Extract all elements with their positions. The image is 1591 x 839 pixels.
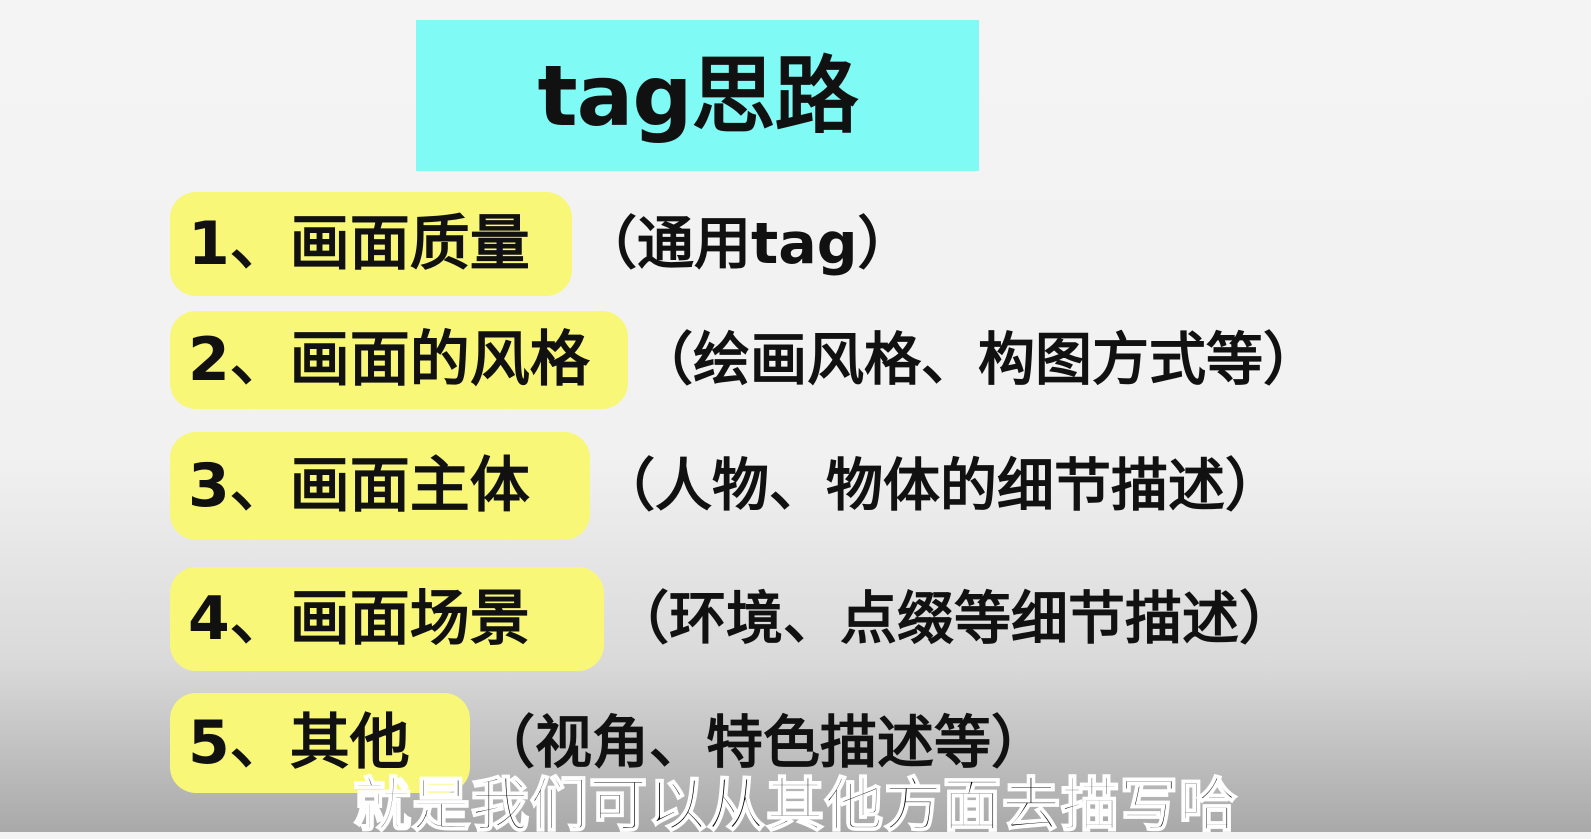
item-description: （视角、特色描述等）	[478, 709, 1048, 776]
title-box: tag思路	[416, 20, 979, 171]
item-description: （通用tag）	[580, 210, 915, 277]
item-label: 3、画面主体	[188, 451, 530, 521]
item-highlight: 4、画面场景	[170, 567, 604, 671]
item-description: （环境、点缀等细节描述）	[612, 585, 1296, 652]
list-item: 1、画面质量 （通用tag）	[170, 192, 915, 296]
list-item: 4、画面场景 （环境、点缀等细节描述）	[170, 567, 1296, 671]
item-label: 4、画面场景	[188, 584, 530, 654]
list-item: 3、画面主体 （人物、物体的细节描述）	[170, 432, 1282, 540]
list-item: 2、画面的风格 （绘画风格、构图方式等）	[170, 311, 1320, 409]
item-label: 5、其他	[188, 708, 410, 778]
item-description: （绘画风格、构图方式等）	[636, 326, 1320, 393]
video-subtitle: 就是我们可以从其他方面去描写哈	[352, 771, 1238, 839]
item-highlight: 3、画面主体	[170, 432, 590, 540]
item-highlight: 2、画面的风格	[170, 311, 628, 409]
item-label: 1、画面质量	[188, 209, 530, 279]
slide: tag思路 1、画面质量 （通用tag） 2、画面的风格 （绘画风格、构图方式等…	[0, 0, 1591, 839]
item-description: （人物、物体的细节描述）	[598, 452, 1282, 519]
slide-title: tag思路	[537, 46, 859, 145]
item-highlight: 1、画面质量	[170, 192, 572, 296]
item-label: 2、画面的风格	[188, 325, 590, 395]
